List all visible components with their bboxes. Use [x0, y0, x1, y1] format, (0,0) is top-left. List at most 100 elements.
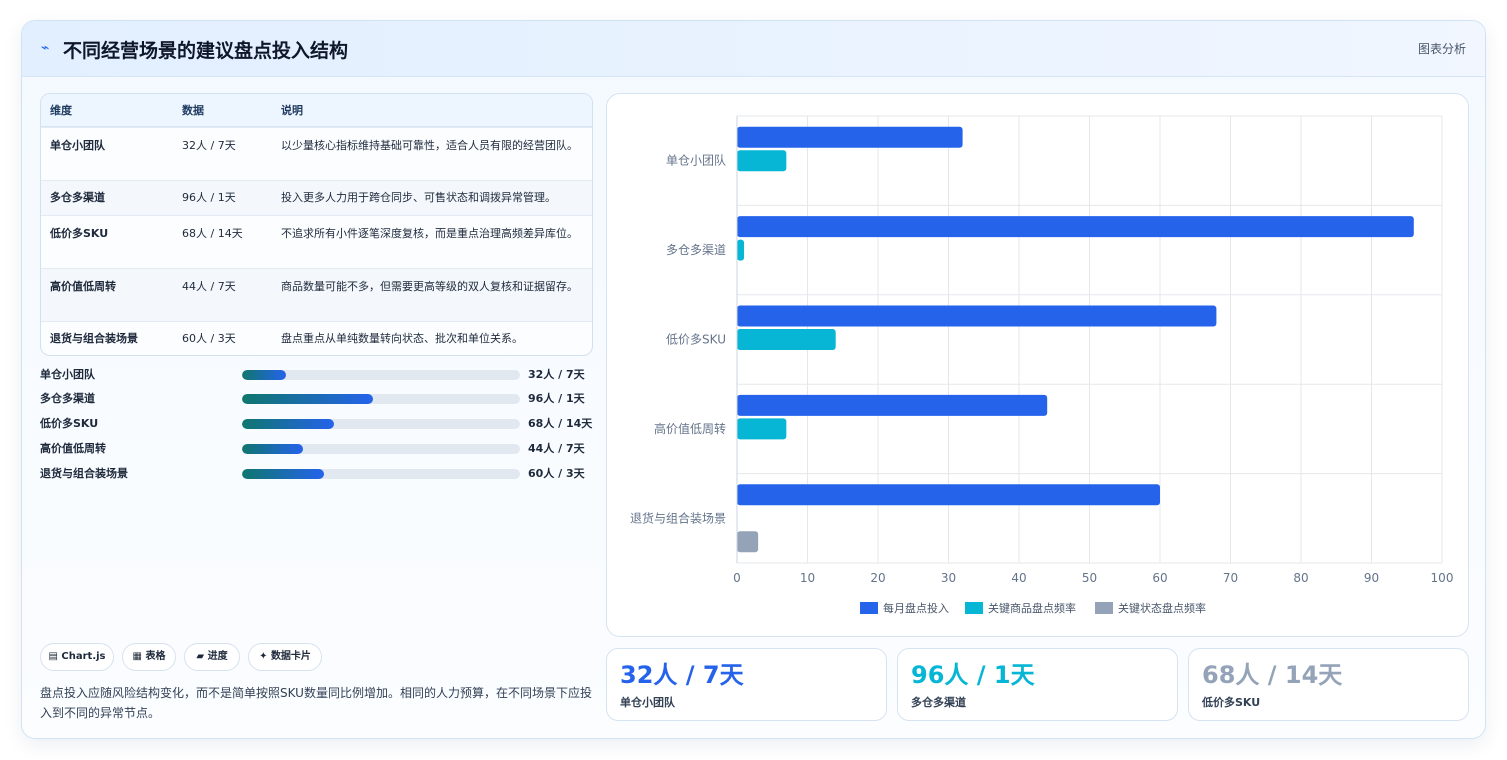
progress-icon: ▰	[196, 651, 205, 662]
x-tick-label: 0	[733, 571, 741, 585]
pill-progress[interactable]: ▰ 进度	[184, 643, 240, 671]
chart-analysis-tag: 图表分析	[1417, 42, 1466, 56]
x-tick-label: 80	[1293, 571, 1308, 585]
progress-track	[242, 444, 520, 454]
x-tick-label: 60	[1152, 571, 1167, 585]
table-row: 低价多SKU 68人 / 14天 不追求所有小件逐笔深度复核，而是重点治理高频差…	[41, 215, 592, 268]
bar	[737, 484, 1160, 506]
progress-label: 低价多SKU	[40, 417, 99, 430]
y-tick-label: 多仓多渠道	[666, 243, 726, 257]
bar	[737, 329, 836, 350]
legend-swatch	[965, 602, 983, 614]
table-cell: 44人 / 7天	[182, 280, 236, 293]
table-cell: 盘点重点从单纯数量转向状态、批次和单位关系。	[281, 332, 523, 345]
data-table: 维度 数据 说明 单仓小团队 32人 / 7天 以少量核心指标维持基础可靠性，适…	[40, 93, 593, 356]
stat-label: 低价多SKU	[1202, 696, 1261, 709]
panel-header: ⌁ 不同经营场景的建议盘点投入结构 图表分析	[22, 21, 1485, 77]
table-header-cell: 数据	[182, 104, 204, 117]
page-title: 不同经营场景的建议盘点投入结构	[63, 40, 349, 62]
table-row: 单仓小团队 32人 / 7天 以少量核心指标维持基础可靠性，适合人员有限的经营团…	[41, 127, 592, 180]
table-cell: 投入更多人力用于跨仓同步、可售状态和调拨异常管理。	[281, 191, 556, 204]
bar	[737, 418, 787, 440]
bar	[737, 394, 1048, 416]
y-tick-label: 低价多SKU	[666, 333, 726, 347]
pill-table[interactable]: ▦ 表格	[122, 643, 176, 671]
progress-value: 32人 / 7天	[528, 368, 585, 381]
stat-card: 96人 / 1天 多仓多渠道	[897, 648, 1178, 721]
x-tick-label: 90	[1364, 571, 1379, 585]
progress-fill	[242, 419, 334, 429]
pill-label: 表格	[145, 651, 166, 662]
legend-swatch	[1095, 602, 1113, 614]
table-row: 高价值低周转 44人 / 7天 商品数量可能不多，但需要更高等级的双人复核和证据…	[41, 268, 592, 321]
bar	[737, 305, 1217, 327]
table-cell: 96人 / 1天	[182, 191, 236, 204]
table-cell: 60人 / 3天	[182, 332, 236, 345]
progress-fill	[242, 394, 373, 404]
progress-value: 96人 / 1天	[528, 392, 585, 405]
table-header-cell: 维度	[50, 104, 72, 117]
summary-note: 盘点投入应随风险结构变化，而不是简单按照SKU数量同比例增加。相同的人力预算，在…	[40, 686, 592, 720]
progress-value: 44人 / 7天	[528, 442, 585, 455]
legend-label: 关键商品盘点频率	[988, 601, 1076, 615]
table-cell: 高价值低周转	[50, 280, 116, 293]
x-tick-label: 10	[800, 571, 815, 585]
progress-label: 退货与组合装场景	[40, 467, 128, 480]
progress-value: 68人 / 14天	[528, 417, 593, 430]
table-cell: 以少量核心指标维持基础可靠性，适合人员有限的经营团队。	[281, 139, 578, 152]
bar	[737, 531, 759, 553]
pill-label: 进度	[207, 651, 228, 662]
pill-chartjs[interactable]: ▤ Chart.js	[40, 643, 114, 671]
pill-data-cards[interactable]: ✦ 数据卡片	[248, 643, 322, 671]
stat-label: 多仓多渠道	[911, 696, 966, 709]
table-cell: 多仓多渠道	[50, 191, 105, 204]
x-tick-label: 70	[1223, 571, 1238, 585]
table-cell: 低价多SKU	[50, 227, 109, 240]
table-row: 多仓多渠道 96人 / 1天 投入更多人力用于跨仓同步、可售状态和调拨异常管理。	[41, 180, 592, 215]
table-header-cell: 说明	[281, 104, 303, 117]
progress-track	[242, 394, 520, 404]
legend-swatch	[860, 602, 878, 614]
stat-card: 68人 / 14天 低价多SKU	[1188, 648, 1469, 721]
progress-row: 低价多SKU 68人 / 14天	[40, 415, 600, 433]
progress-track	[242, 419, 520, 429]
sparkle-icon: ✦	[259, 651, 268, 662]
progress-row: 高价值低周转 44人 / 7天	[40, 440, 600, 458]
y-tick-label: 单仓小团队	[666, 153, 726, 168]
y-tick-label: 退货与组合装场景	[630, 510, 726, 525]
bar	[737, 239, 745, 261]
progress-value: 60人 / 3天	[528, 467, 585, 480]
table-cell: 68人 / 14天	[182, 227, 243, 240]
progress-row: 单仓小团队 32人 / 7天	[40, 366, 600, 384]
stat-value: 32人 / 7天	[620, 661, 744, 689]
stat-value: 68人 / 14天	[1202, 661, 1343, 689]
x-tick-label: 50	[1082, 571, 1097, 585]
progress-label: 多仓多渠道	[40, 392, 95, 405]
table-cell: 32人 / 7天	[182, 139, 236, 152]
progress-label: 单仓小团队	[40, 368, 95, 381]
x-tick-label: 100	[1431, 571, 1454, 585]
chart-card: 0 10 20 30 40 50 60 70 80 90 100 单仓小团队 多仓多渠道 低价多SKU 高价…	[606, 93, 1469, 637]
table-header-row: 维度 数据 说明	[41, 94, 592, 127]
pill-label: Chart.js	[61, 651, 106, 662]
stat-value: 96人 / 1天	[911, 661, 1035, 689]
progress-row: 多仓多渠道 96人 / 1天	[40, 390, 600, 408]
chart-icon: ▤	[48, 651, 58, 662]
progress-label: 高价值低周转	[40, 442, 106, 455]
progress-fill	[242, 370, 287, 380]
stat-label: 单仓小团队	[620, 696, 675, 709]
x-tick-label: 20	[870, 571, 885, 585]
panel-card: ⌁ 不同经营场景的建议盘点投入结构 图表分析 维度 数据 说明 单仓小团队 32…	[21, 20, 1486, 739]
bar	[737, 216, 1414, 238]
progress-row: 退货与组合装场景 60人 / 3天	[40, 465, 600, 483]
legend-label: 关键状态盘点频率	[1118, 601, 1206, 615]
progress-fill	[242, 469, 324, 479]
bar-chart: 0 10 20 30 40 50 60 70 80 90 100 单仓小团队多仓多渠道低价多SKU 高价…	[630, 115, 1454, 615]
legend-label: 每月盘点投入	[883, 601, 949, 615]
table-cell: 退货与组合装场景	[50, 332, 138, 345]
progress-track	[242, 469, 520, 479]
table-cell: 商品数量可能不多，但需要更高等级的双人复核和证据留存。	[281, 280, 578, 293]
x-tick-label: 30	[941, 571, 956, 585]
table-icon: ▦	[132, 651, 142, 662]
table-cell: 单仓小团队	[50, 139, 105, 152]
